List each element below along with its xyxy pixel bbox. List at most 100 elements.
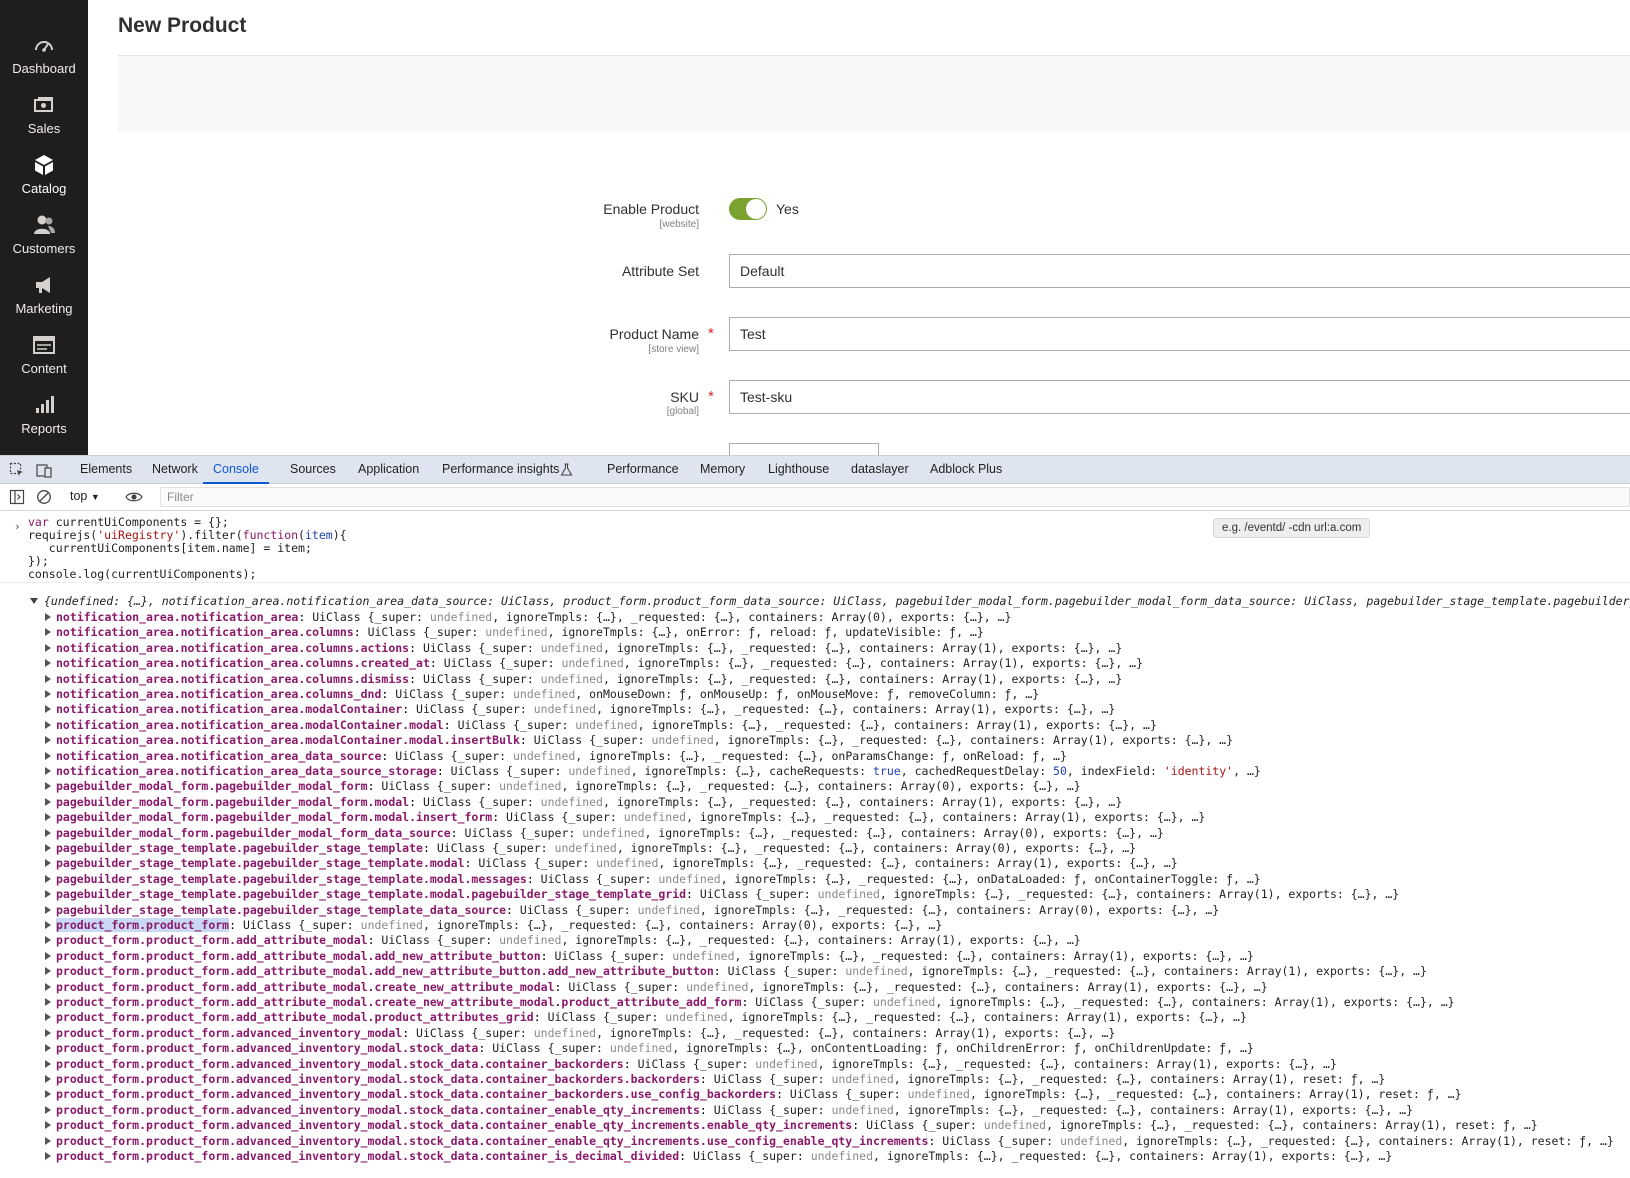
console-entry[interactable]: pagebuilder_modal_form.pagebuilder_modal… (56, 779, 1081, 793)
console-entry[interactable]: notification_area.notification_area.moda… (56, 733, 1233, 747)
console-entry[interactable]: product_form.product_form.advanced_inven… (56, 1118, 1538, 1132)
console-entry[interactable]: notification_area.notification_area.colu… (56, 625, 984, 639)
console-entry[interactable]: product_form.product_form.advanced_inven… (56, 1072, 1385, 1086)
console-entry[interactable]: product_form.product_form: UiClass {_sup… (56, 918, 942, 932)
context-select[interactable]: top ▼ (70, 489, 100, 503)
expand-triangle-icon[interactable] (45, 1028, 51, 1037)
tab-network[interactable]: Network (152, 456, 198, 484)
console-entry[interactable]: pagebuilder_stage_template.pagebuilder_s… (56, 856, 1178, 870)
expand-triangle-icon[interactable] (45, 720, 51, 729)
expand-triangle-icon[interactable] (45, 1075, 51, 1083)
expand-triangle-icon[interactable] (45, 1105, 51, 1114)
expand-triangle-icon[interactable] (45, 1121, 51, 1130)
inspect-element-icon[interactable] (9, 462, 25, 478)
console-entry[interactable]: pagebuilder_modal_form.pagebuilder_modal… (56, 810, 1205, 824)
expand-triangle-icon[interactable] (45, 1059, 51, 1068)
console-entry[interactable]: product_form.product_form.advanced_inven… (56, 1134, 1614, 1148)
console-entry[interactable]: product_form.product_form.advanced_inven… (56, 1057, 1337, 1071)
console-entry[interactable]: notification_area.notification_area.moda… (56, 718, 1157, 732)
expand-triangle-icon[interactable] (45, 628, 51, 637)
console-entry[interactable]: notification_area.notification_area.colu… (56, 687, 1039, 701)
console-entry[interactable]: product_form.product_form.advanced_inven… (56, 1103, 1413, 1117)
expand-triangle-icon[interactable] (45, 967, 51, 976)
tab-application[interactable]: Application (358, 456, 419, 484)
console-entry[interactable]: notification_area.notification_area_data… (56, 749, 1067, 763)
tab-dataslayer[interactable]: dataslayer (851, 456, 909, 484)
tab-elements[interactable]: Elements (80, 456, 132, 484)
expand-triangle-icon[interactable] (45, 690, 51, 698)
tab-performance[interactable]: Performance (607, 456, 679, 484)
console-entry[interactable]: product_form.product_form.add_attribute_… (56, 995, 1455, 1009)
tab-console[interactable]: Console (203, 456, 269, 484)
expand-triangle-icon[interactable] (45, 890, 51, 899)
expand-triangle-icon[interactable] (45, 1152, 51, 1160)
tab-lighthouse[interactable]: Lighthouse (768, 456, 829, 484)
expand-triangle-icon[interactable] (45, 813, 51, 822)
expand-triangle-icon[interactable] (45, 951, 51, 960)
sidebar-item-reports[interactable]: Reports (0, 392, 88, 454)
expand-triangle-icon[interactable] (45, 859, 51, 868)
console-entry[interactable]: product_form.product_form.advanced_inven… (56, 1087, 1462, 1101)
expand-triangle-icon[interactable] (45, 659, 51, 668)
result-object-summary[interactable]: {undefined: {…}, notification_area.notif… (30, 594, 1630, 608)
console-entry[interactable]: pagebuilder_stage_template.pagebuilder_s… (56, 887, 1399, 901)
expand-triangle-icon[interactable] (45, 1044, 51, 1053)
expand-triangle-icon[interactable] (45, 905, 51, 914)
sidebar-item-content[interactable]: Content (0, 332, 88, 394)
console-entry[interactable]: pagebuilder_modal_form.pagebuilder_modal… (56, 826, 1164, 840)
filter-input[interactable] (160, 487, 1630, 507)
expand-triangle-icon[interactable] (45, 1090, 51, 1099)
console-entry[interactable]: pagebuilder_modal_form.pagebuilder_modal… (56, 795, 1122, 809)
console-entry[interactable]: notification_area.notification_area: UiC… (56, 610, 1011, 624)
console-entry[interactable]: pagebuilder_stage_template.pagebuilder_s… (56, 903, 1219, 917)
console-entry[interactable]: notification_area.notification_area.colu… (56, 672, 1122, 686)
expand-triangle-icon[interactable] (45, 797, 51, 806)
tab-sources[interactable]: Sources (290, 456, 336, 484)
expand-triangle-icon[interactable] (45, 874, 51, 883)
console-entry[interactable]: pagebuilder_stage_template.pagebuilder_s… (56, 872, 1261, 886)
expand-triangle-icon[interactable] (45, 767, 51, 775)
sku-input[interactable]: Test-sku (729, 380, 1630, 414)
sidebar-toggle-icon[interactable] (9, 489, 25, 505)
tab-memory[interactable]: Memory (700, 456, 745, 484)
console-entry[interactable]: product_form.product_form.add_attribute_… (56, 933, 1081, 947)
expand-triangle-icon[interactable] (45, 828, 51, 837)
console-entry[interactable]: product_form.product_form.advanced_inven… (56, 1026, 1115, 1040)
console-entry[interactable]: pagebuilder_stage_template.pagebuilder_s… (56, 841, 1136, 855)
enable-product-toggle[interactable] (729, 198, 767, 220)
expand-triangle-icon[interactable] (45, 982, 51, 991)
expand-triangle-icon[interactable] (45, 736, 51, 745)
console-entry[interactable]: notification_area.notification_area.colu… (56, 656, 1143, 670)
expand-triangle-icon[interactable] (45, 921, 51, 929)
sidebar-item-marketing[interactable]: Marketing (0, 272, 88, 334)
expand-triangle-icon[interactable] (45, 643, 51, 652)
eye-icon[interactable] (125, 489, 143, 505)
expand-triangle-icon[interactable] (45, 705, 51, 714)
expand-triangle-icon[interactable] (45, 782, 51, 791)
console-entry[interactable]: product_form.product_form.add_attribute_… (56, 1010, 1247, 1024)
console-entry[interactable]: notification_area.notification_area.colu… (56, 641, 1122, 655)
sidebar-item-sales[interactable]: Sales (0, 92, 88, 154)
expand-triangle-icon[interactable] (45, 998, 51, 1006)
expand-triangle-icon[interactable] (45, 613, 51, 621)
console-entry[interactable]: notification_area.notification_area_data… (56, 764, 1261, 778)
clear-console-icon[interactable] (36, 489, 52, 505)
device-toolbar-icon[interactable] (36, 462, 52, 478)
tab-adblock-plus[interactable]: Adblock Plus (930, 456, 1002, 484)
expand-triangle-icon[interactable] (45, 1013, 51, 1022)
console-entry[interactable]: product_form.product_form.add_attribute_… (56, 964, 1427, 978)
expand-triangle-icon[interactable] (45, 936, 51, 945)
sidebar-item-catalog[interactable]: Catalog (0, 152, 88, 214)
next-field-input[interactable] (729, 443, 879, 455)
expand-triangle-icon[interactable] (45, 844, 51, 852)
sidebar-item-dashboard[interactable]: Dashboard (0, 32, 88, 94)
console-entry[interactable]: notification_area.notification_area.moda… (56, 702, 1115, 716)
console-entry[interactable]: product_form.product_form.advanced_inven… (56, 1149, 1392, 1163)
console-entry[interactable]: product_form.product_form.add_attribute_… (56, 949, 1254, 963)
sidebar-item-customers[interactable]: Customers (0, 212, 88, 274)
console-entry[interactable]: product_form.product_form.advanced_inven… (56, 1041, 1254, 1055)
attribute-set-select[interactable]: Default (729, 254, 1630, 288)
expand-triangle-icon[interactable] (45, 674, 51, 683)
expand-triangle-icon[interactable] (45, 751, 51, 760)
expand-triangle-icon[interactable] (45, 1136, 51, 1145)
